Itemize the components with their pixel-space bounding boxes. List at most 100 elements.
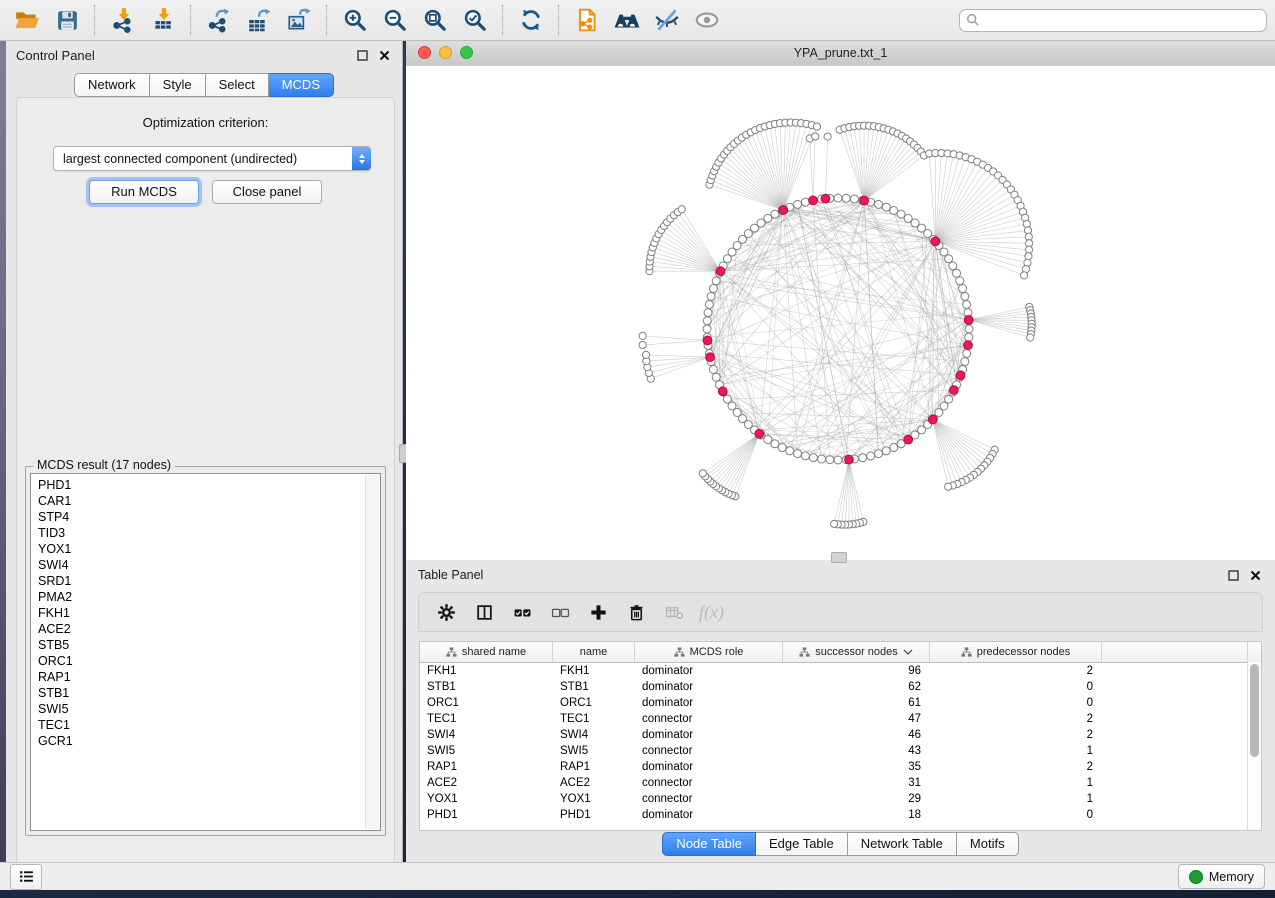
split-pane-handle-horizontal[interactable] [831, 552, 847, 563]
toolbar-separator [502, 5, 504, 35]
mcds-result-item[interactable]: STB5 [38, 637, 362, 653]
table-row[interactable]: FKH1FKH1dominator962 [420, 663, 1261, 679]
zoom-fit-button[interactable] [416, 3, 454, 37]
search-input[interactable] [985, 12, 1260, 28]
close-icon [379, 50, 390, 61]
close-mcds-panel-button[interactable]: Close panel [212, 180, 322, 204]
deselect-all-rows-button[interactable] [543, 596, 577, 628]
table-row[interactable]: TEC1TEC1connector472 [420, 711, 1261, 727]
mcds-result-item[interactable]: PHD1 [38, 477, 362, 493]
table-cell: 0 [930, 807, 1102, 823]
eye-icon [693, 7, 721, 33]
tab-motifs[interactable]: Motifs [957, 832, 1019, 856]
hide-selection-button[interactable] [648, 3, 686, 37]
network-canvas[interactable] [406, 65, 1275, 560]
tab-style[interactable]: Style [150, 73, 206, 97]
show-all-button[interactable] [688, 3, 726, 37]
float-table-panel-button[interactable] [1225, 567, 1241, 583]
zoom-in-button[interactable] [336, 3, 374, 37]
mcds-result-item[interactable]: RAP1 [38, 669, 362, 685]
column-header-empty[interactable] [1102, 642, 1248, 662]
tab-select[interactable]: Select [206, 73, 269, 97]
run-mcds-button[interactable]: Run MCDS [89, 180, 199, 204]
table-cell: 0 [930, 679, 1102, 695]
table-cell: YOX1 [420, 791, 553, 807]
new-network-from-selection-button[interactable] [568, 3, 606, 37]
mcds-result-item[interactable]: PMA2 [38, 589, 362, 605]
column-header-predecessor-nodes[interactable]: predecessor nodes [930, 642, 1102, 662]
table-row[interactable]: YOX1YOX1connector291 [420, 791, 1261, 807]
mcds-result-item[interactable]: ORC1 [38, 653, 362, 669]
zoom-selected-button[interactable] [456, 3, 494, 37]
table-cell: SWI5 [420, 743, 553, 759]
export-image-button[interactable] [280, 3, 318, 37]
save-session-button[interactable] [48, 3, 86, 37]
add-column-button[interactable] [581, 596, 615, 628]
table-cell [1102, 775, 1248, 791]
table-cell: connector [635, 743, 783, 759]
column-header-successor-nodes[interactable]: successor nodes [783, 642, 930, 662]
table-row[interactable]: ACE2ACE2connector311 [420, 775, 1261, 791]
table-row[interactable]: SWI4SWI4dominator462 [420, 727, 1261, 743]
refresh-layout-button[interactable] [512, 3, 550, 37]
node-table: shared namenameMCDS rolesuccessor nodesp… [419, 641, 1262, 831]
mcds-result-item[interactable]: STP4 [38, 509, 362, 525]
table-row[interactable]: ORC1ORC1dominator610 [420, 695, 1261, 711]
network-window-titlebar[interactable]: YPA_prune.txt_1 [406, 41, 1275, 66]
table-scrollbar[interactable] [1247, 662, 1261, 830]
show-columns-button[interactable] [467, 596, 501, 628]
mcds-result-item[interactable]: STB1 [38, 685, 362, 701]
tab-mcds[interactable]: MCDS [269, 73, 334, 97]
column-header-shared-name[interactable]: shared name [420, 642, 553, 662]
binoculars-find-button[interactable] [608, 3, 646, 37]
column-header-MCDS-role[interactable]: MCDS role [635, 642, 783, 662]
export-network-button[interactable] [200, 3, 238, 37]
table-row[interactable]: PHD1PHD1dominator180 [420, 807, 1261, 823]
float-panel-button[interactable] [354, 47, 370, 63]
table-row[interactable]: SWI5SWI5connector431 [420, 743, 1261, 759]
panel-menu-button[interactable] [10, 864, 42, 890]
mcds-result-list[interactable]: PHD1CAR1STP4TID3YOX1SWI4SRD1PMA2FKH1ACE2… [30, 473, 381, 831]
open-file-button[interactable] [8, 3, 46, 37]
select-all-rows-button[interactable] [505, 596, 539, 628]
table-row[interactable]: RAP1RAP1dominator352 [420, 759, 1261, 775]
zoom-out-button[interactable] [376, 3, 414, 37]
tab-network-table[interactable]: Network Table [848, 832, 957, 856]
mcds-result-title: MCDS result (17 nodes) [33, 458, 175, 472]
optimization-criterion-select[interactable]: largest connected component (undirected) [53, 146, 371, 171]
mcds-result-item[interactable]: SRD1 [38, 573, 362, 589]
close-table-panel-button[interactable] [1247, 567, 1263, 583]
table-cell: dominator [635, 679, 783, 695]
tab-network[interactable]: Network [74, 73, 150, 97]
table-row[interactable]: STB1STB1dominator620 [420, 679, 1261, 695]
memory-button[interactable]: Memory [1178, 864, 1265, 889]
tab-node-table[interactable]: Node Table [662, 832, 756, 856]
mcds-result-item[interactable]: CAR1 [38, 493, 362, 509]
mcds-result-item[interactable]: ACE2 [38, 621, 362, 637]
mcds-result-item[interactable]: TID3 [38, 525, 362, 541]
scrollbar-thumb[interactable] [1250, 664, 1259, 757]
export-table-button[interactable] [240, 3, 278, 37]
import-table-button[interactable] [144, 3, 182, 37]
table-cell [1102, 663, 1248, 679]
import-network-button[interactable] [104, 3, 142, 37]
close-panel-button[interactable] [376, 47, 392, 63]
table-cell: SWI5 [553, 743, 635, 759]
delete-column-button[interactable] [619, 596, 653, 628]
table-cell: FKH1 [420, 663, 553, 679]
mcds-result-item[interactable]: SWI5 [38, 701, 362, 717]
table-cell: 96 [783, 663, 930, 679]
mcds-result-item[interactable]: TEC1 [38, 717, 362, 733]
close-window-icon[interactable] [418, 46, 431, 59]
mcds-result-item[interactable]: YOX1 [38, 541, 362, 557]
result-list-scrollbar[interactable] [365, 475, 379, 829]
tab-edge-table[interactable]: Edge Table [756, 832, 848, 856]
column-header-name[interactable]: name [553, 642, 635, 662]
table-cell: FKH1 [553, 663, 635, 679]
maximize-window-icon[interactable] [460, 46, 473, 59]
mcds-result-item[interactable]: SWI4 [38, 557, 362, 573]
minimize-window-icon[interactable] [439, 46, 452, 59]
table-settings-button[interactable] [429, 596, 463, 628]
mcds-result-item[interactable]: FKH1 [38, 605, 362, 621]
mcds-result-item[interactable]: GCR1 [38, 733, 362, 749]
